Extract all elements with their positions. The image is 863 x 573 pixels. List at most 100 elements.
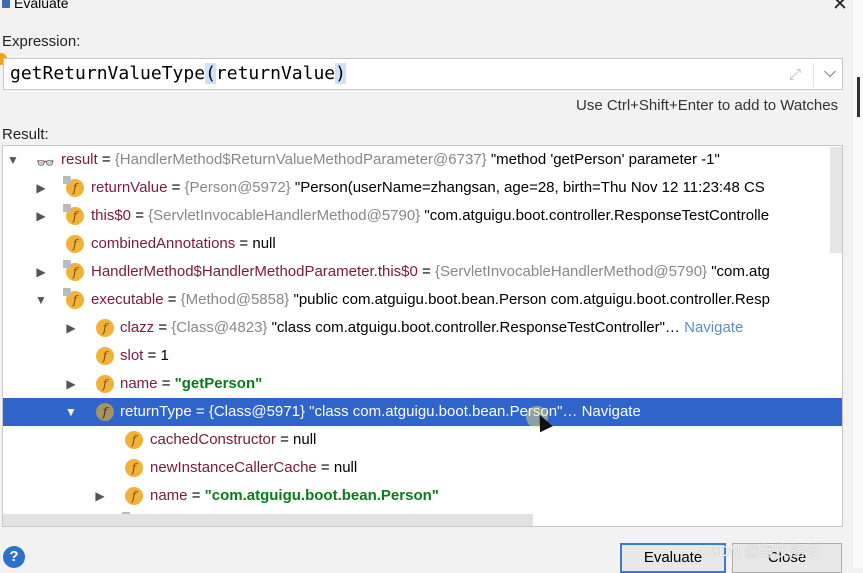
equals: =	[187, 487, 205, 504]
chevron-right-icon[interactable]: ▶	[34, 258, 48, 286]
chevron-right-icon[interactable]: ▶	[64, 314, 78, 342]
vertical-scrollbar[interactable]	[830, 147, 842, 253]
field-name: name	[120, 375, 158, 392]
field-name: cachedConstructor	[150, 431, 276, 448]
field-name: slot	[120, 347, 144, 364]
app-icon	[2, 0, 10, 8]
field-icon: f	[125, 459, 143, 477]
chevron-down-icon[interactable]: ▼	[6, 146, 20, 174]
field-icon: f	[96, 347, 114, 365]
field-value: "public com.atguigu.boot.bean.Person com…	[289, 291, 770, 308]
field-value: null	[333, 459, 358, 476]
field-icon: f	[96, 375, 114, 393]
field-type: {Class@4823}	[171, 319, 268, 336]
field-type: {Person@5972}	[184, 179, 291, 196]
expression-paren-open: (	[205, 63, 216, 84]
horizontal-scrollbar[interactable]	[3, 514, 533, 526]
chevron-right-icon[interactable]: ▶	[34, 174, 48, 202]
chevron-right-icon[interactable]: ▶	[34, 202, 48, 230]
field-name: executable	[91, 291, 164, 308]
tree-row[interactable]: f combinedAnnotations = null	[3, 230, 842, 258]
field-name: returnType	[120, 403, 192, 420]
equals: =	[97, 151, 115, 168]
field-type: {Method@5858}	[180, 291, 290, 308]
chevron-down-icon[interactable]: ⌵	[821, 62, 839, 84]
watches-hint: Use Ctrl+Shift+Enter to add to Watches	[576, 97, 839, 114]
result-label: Result:	[2, 126, 49, 143]
field-name: name	[150, 487, 188, 504]
chevron-right-icon[interactable]: ▶	[93, 482, 107, 510]
field-icon: f	[125, 487, 143, 505]
field-type: {HandlerMethod$ReturnValueMethodParamete…	[114, 151, 487, 168]
field-name: combinedAnnotations	[91, 235, 236, 252]
field-type: {Class@5971}	[208, 403, 305, 420]
equals: =	[157, 375, 175, 392]
expression-text[interactable]: getReturnValueType(returnValue)	[10, 63, 346, 84]
field-name: returnValue	[91, 179, 168, 196]
title-bar: Evaluate ✕	[0, 0, 863, 16]
separator	[813, 63, 814, 87]
navigate-link[interactable]: Navigate	[577, 403, 641, 420]
chevron-down-icon[interactable]: ▼	[64, 398, 78, 426]
field-icon: f	[63, 260, 84, 281]
field-icon: f	[125, 431, 143, 449]
field-value: "com.atguigu.boot.controller.ResponseTes…	[420, 207, 770, 224]
equals: =	[143, 347, 161, 364]
field-icon: f	[96, 403, 114, 421]
expand-icon[interactable]: ⤢	[786, 66, 804, 84]
tree-row[interactable]: ▼ 👓 result = {HandlerMethod$ReturnValueM…	[3, 146, 842, 174]
tree-row[interactable]: ▶ f clazz = {Class@4823} "class com.atgu…	[3, 314, 842, 342]
equals: =	[316, 459, 334, 476]
field-value: "com.atg	[707, 263, 770, 280]
field-icon: f	[63, 176, 84, 197]
equals: =	[191, 403, 209, 420]
string-value: "com.atguigu.boot.bean.Person"	[204, 487, 439, 504]
tree-row[interactable]: f cachedConstructor = null	[3, 426, 842, 454]
window-edge-mark	[857, 77, 860, 117]
field-name: clazz	[120, 319, 155, 336]
field-value: null	[293, 431, 317, 448]
field-value: "class com.atguigu.boot.controller.Respo…	[267, 319, 680, 336]
navigate-link[interactable]: Navigate	[680, 319, 743, 336]
expression-argument: returnValue	[215, 63, 336, 84]
equals: =	[275, 431, 294, 448]
tree-row[interactable]: ▶ f name = "com.atguigu.boot.bean.Person…	[3, 482, 842, 510]
equals: =	[235, 235, 253, 252]
field-icon: f	[63, 288, 84, 309]
tree-row-selected[interactable]: ▼ f returnType = {Class@5971} "class com…	[3, 398, 842, 426]
equals: =	[167, 179, 185, 196]
string-value: "getPerson"	[174, 375, 263, 392]
chevron-right-icon[interactable]: ▶	[64, 370, 78, 398]
expression-label: Expression:	[2, 33, 81, 50]
close-icon[interactable]: ✕	[832, 0, 848, 16]
equals: =	[163, 291, 181, 308]
tree-row[interactable]: ▶ f returnValue = {Person@5972} "Person(…	[3, 174, 842, 202]
help-icon[interactable]: ?	[3, 546, 25, 568]
field-value: 1	[160, 347, 169, 364]
tree-row[interactable]: ▶ f this$0 = {ServletInvocableHandlerMet…	[3, 202, 842, 230]
tree-row[interactable]: f slot = 1	[3, 342, 842, 370]
chevron-down-icon[interactable]: ▼	[34, 286, 48, 314]
expression-method: getReturnValueType	[10, 63, 206, 84]
field-name: HandlerMethod$HandlerMethodParameter.thi…	[91, 263, 418, 280]
field-icon: f	[63, 204, 84, 225]
equals: =	[417, 263, 435, 280]
expression-input[interactable]: getReturnValueType(returnValue) ⤢ ⌵	[3, 58, 843, 90]
field-type: {ServletInvocableHandlerMethod@5790}	[434, 263, 708, 280]
tree-row[interactable]: ▼ f executable = {Method@5858} "public c…	[3, 286, 842, 314]
field-type: {ServletInvocableHandlerMethod@5790}	[148, 207, 421, 224]
watermark: CSDN @绿皮船长	[698, 543, 820, 560]
field-icon: f	[66, 235, 84, 253]
window-title: Evaluate	[14, 0, 69, 11]
field-name: result	[61, 151, 98, 168]
tree-row[interactable]: ▶ f HandlerMethod$HandlerMethodParameter…	[3, 258, 842, 286]
tree-row[interactable]: ▶ f name = "getPerson"	[3, 370, 842, 398]
equals: =	[131, 207, 149, 224]
field-value: "method 'getPerson' parameter -1"	[486, 151, 720, 168]
field-value: "Person(userName=zhangsan, age=28, birth…	[290, 179, 765, 196]
field-icon: f	[96, 319, 114, 337]
watch-glasses-icon: 👓	[36, 155, 55, 172]
result-tree[interactable]: ▼ 👓 result = {HandlerMethod$ReturnValueM…	[2, 145, 843, 527]
tree-row[interactable]: f newInstanceCallerCache = null	[3, 454, 842, 482]
expression-paren-close: )	[335, 63, 346, 84]
